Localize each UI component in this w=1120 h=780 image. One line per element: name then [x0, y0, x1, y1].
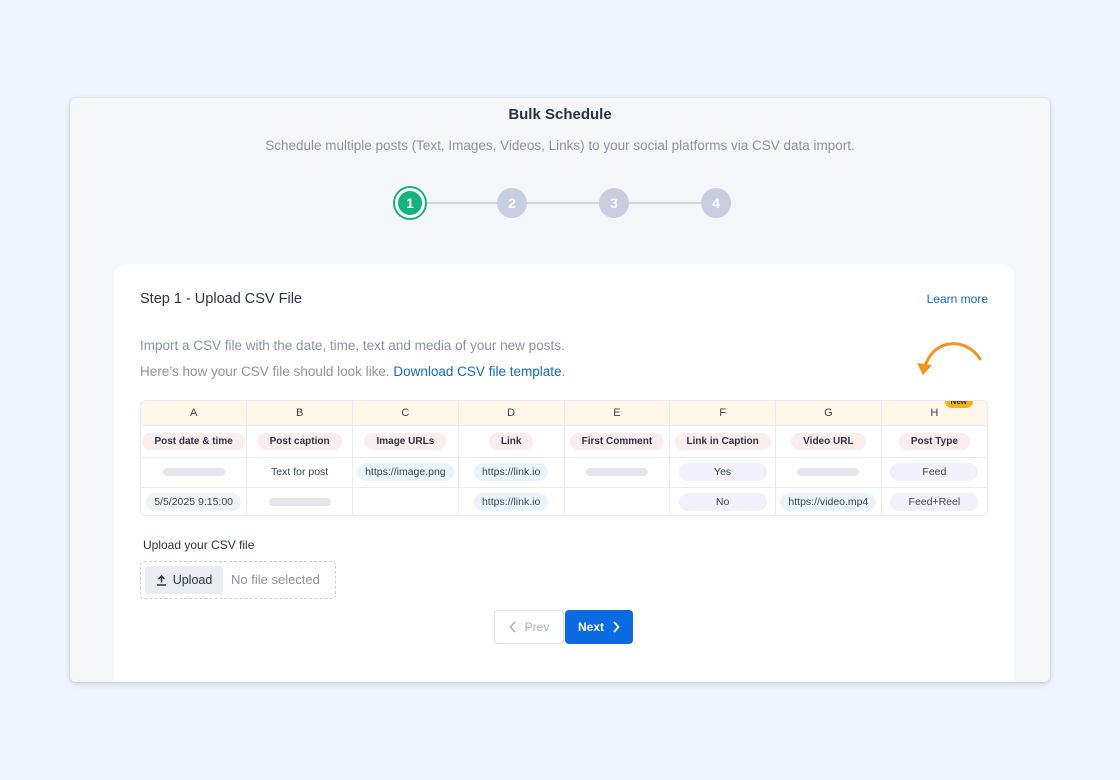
- column-letter: A: [141, 401, 248, 426]
- upload-icon: [156, 574, 166, 586]
- table-cell-pill: https://video.mp4: [780, 493, 877, 512]
- upload-button-label: Upload: [172, 573, 213, 587]
- column-header: Video URL: [791, 432, 866, 450]
- column-letter: D: [458, 401, 565, 426]
- curved-arrow-icon: [917, 342, 982, 375]
- card-title: Step 1 - Upload CSV File: [140, 291, 302, 307]
- placeholder-bar: [797, 468, 860, 477]
- table-cell-pill: No: [678, 493, 767, 512]
- step-connector: [425, 202, 497, 204]
- stepper: 1 2 3 4: [395, 188, 731, 218]
- table-row: Text for post https://image.png https://…: [141, 457, 987, 488]
- prev-button-label: Prev: [524, 620, 550, 634]
- file-status: No file selected: [231, 572, 320, 587]
- column-header: First Comment: [569, 432, 665, 450]
- learn-more-link[interactable]: Learn more: [927, 292, 988, 306]
- step-3: 3: [599, 188, 629, 218]
- column-letter: E: [564, 401, 671, 426]
- table-cell-empty: [564, 487, 671, 515]
- column-letter: H: [930, 406, 939, 419]
- upload-button[interactable]: Upload: [145, 566, 223, 594]
- upload-label: Upload your CSV file: [143, 538, 255, 552]
- template-description: Here’s how your CSV file should look lik…: [140, 364, 390, 379]
- page-title: Bulk Schedule: [508, 106, 612, 123]
- prev-button[interactable]: Prev: [494, 610, 564, 644]
- column-header: Post date & time: [142, 432, 245, 450]
- table-cell-pill: https://image.png: [357, 463, 454, 481]
- column-letter-cell-h: H New: [881, 401, 987, 426]
- template-period: .: [561, 364, 566, 379]
- table-cell-pill: https://link.io: [473, 493, 549, 512]
- column-header: Link in Caption: [674, 432, 771, 450]
- table-cell-pill: 5/5/2025 9:15:00: [146, 493, 242, 512]
- table-cell-pill: Feed: [890, 463, 979, 481]
- chevron-left-icon: [509, 621, 516, 633]
- table-cell: Text for post: [246, 457, 353, 488]
- step-4: 4: [701, 188, 731, 218]
- column-header: Link: [488, 432, 534, 450]
- column-letter-row: A B C D E F G H New: [141, 401, 987, 426]
- bulk-schedule-window: Bulk Schedule Schedule multiple posts (T…: [70, 98, 1050, 682]
- chevron-right-icon: [613, 621, 620, 633]
- next-button-label: Next: [577, 620, 604, 634]
- table-cell-pill: Feed+Reel: [890, 493, 979, 512]
- column-header: Post caption: [257, 432, 342, 450]
- table-cell-empty: [352, 487, 459, 515]
- column-header: Post Type: [898, 432, 970, 450]
- column-letter: C: [352, 401, 459, 426]
- page-subtitle: Schedule multiple posts (Text, Images, V…: [265, 138, 855, 153]
- column-letter: G: [775, 401, 882, 426]
- step-1: 1: [395, 188, 425, 218]
- header-row: Post date & time Post caption Image URLs…: [141, 425, 987, 458]
- step-connector: [527, 202, 599, 204]
- new-badge: New: [944, 401, 973, 408]
- download-template-link[interactable]: Download CSV file template: [393, 364, 561, 379]
- csv-example-table: A B C D E F G H New Post date & time Pos…: [140, 400, 988, 516]
- template-text: Here’s how your CSV file should look lik…: [140, 364, 565, 379]
- table-cell-pill: Yes: [678, 463, 767, 481]
- upload-step-card: Step 1 - Upload CSV File Learn more Impo…: [114, 264, 1014, 682]
- next-button[interactable]: Next: [565, 610, 633, 644]
- table-row: 5/5/2025 9:15:00 https://link.io No http…: [141, 487, 987, 515]
- column-letter: B: [246, 401, 353, 426]
- column-letter: F: [669, 401, 776, 426]
- file-drop-zone[interactable]: Upload No file selected: [140, 561, 336, 599]
- placeholder-bar: [162, 468, 225, 477]
- step-connector: [629, 202, 701, 204]
- column-header: Image URLs: [364, 432, 447, 450]
- placeholder-bar: [585, 468, 648, 477]
- intro-text: Import a CSV file with the date, time, t…: [140, 338, 565, 353]
- placeholder-bar: [268, 498, 331, 507]
- table-cell-pill: https://link.io: [473, 463, 549, 481]
- step-2: 2: [497, 188, 527, 218]
